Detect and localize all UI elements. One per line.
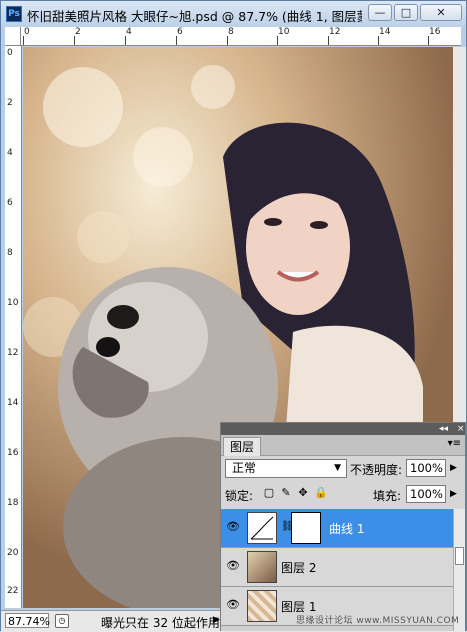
ruler-label: 18 (7, 498, 19, 508)
document-title: 怀旧甜美照片风格 大眼仔~旭.psd @ 87.7% (曲线 1, 图层蒙 (27, 9, 362, 24)
ruler-tick (378, 36, 379, 45)
photoshop-document-window: Ps 怀旧甜美照片风格 大眼仔~旭.psd @ 87.7% (曲线 1, 图层蒙… (0, 0, 467, 632)
ruler-tick (176, 36, 177, 45)
blend-mode-select[interactable]: 正常 ▼ (225, 459, 347, 478)
opacity-label: 不透明度: (350, 463, 403, 477)
minimize-button[interactable]: — (368, 4, 392, 21)
ruler-tick (428, 36, 429, 45)
panel-tabs: 图层 ▾≡ (221, 435, 465, 456)
watermark: 思缘设计论坛 www.MISSYUAN.COM (296, 616, 460, 626)
ruler-label: 10 (278, 27, 290, 37)
close-panel-icon[interactable]: × (457, 424, 465, 434)
tab-layers[interactable]: 图层 (223, 437, 262, 456)
ruler-label: 2 (75, 27, 81, 37)
ruler-tick (277, 36, 278, 45)
blend-mode-value: 正常 (232, 461, 257, 475)
layers-panel: ◂◂ × 图层 ▾≡ 正常 ▼ 不透明度: 100% ▶ 锁定: ▢ ✎ ✥ 🔒… (220, 422, 466, 631)
fill-input[interactable]: 100% (406, 485, 446, 503)
ruler-tick (227, 36, 228, 45)
eye-icon[interactable]: 👁 (225, 559, 241, 573)
ruler-label: 14 (379, 27, 391, 37)
title-bar[interactable]: Ps 怀旧甜美照片风格 大眼仔~旭.psd @ 87.7% (曲线 1, 图层蒙… (1, 1, 466, 27)
eye-icon[interactable]: 👁 (225, 520, 241, 534)
opacity-input[interactable]: 100% (406, 459, 446, 477)
layer-thumbnail (247, 590, 277, 622)
vertical-ruler[interactable]: 0 2 4 6 8 10 12 14 16 18 20 22 (5, 46, 22, 608)
ruler-label: 2 (7, 98, 13, 108)
ruler-label: 14 (7, 398, 19, 408)
ruler-label: 10 (7, 298, 19, 308)
ruler-label: 12 (7, 348, 19, 358)
zoom-field[interactable]: 87.74% (5, 613, 50, 628)
opacity-arrow-icon[interactable]: ▶ (450, 463, 457, 473)
curves-adjustment-icon (247, 512, 277, 544)
horizontal-ruler[interactable]: 0 2 4 6 8 10 12 14 16 (21, 27, 461, 46)
ruler-label: 6 (177, 27, 183, 37)
ruler-tick (23, 36, 24, 45)
ruler-tick (328, 36, 329, 45)
photoshop-app-icon: Ps (6, 6, 22, 22)
maximize-button[interactable]: □ (394, 4, 418, 21)
lock-all-icon[interactable]: 🔒 (314, 487, 328, 499)
ruler-label: 16 (7, 448, 19, 458)
panel-header[interactable]: ◂◂ × (221, 423, 465, 435)
collapse-icon[interactable]: ◂◂ (439, 424, 448, 434)
ruler-label: 8 (7, 248, 13, 258)
ruler-label: 4 (126, 27, 132, 37)
ruler-tick (125, 36, 126, 45)
lock-label: 锁定: (225, 489, 254, 503)
blend-row: 正常 ▼ 不透明度: 100% ▶ (221, 456, 465, 482)
layer-mask-thumbnail[interactable] (291, 512, 321, 544)
ruler-label: 8 (228, 27, 234, 37)
lock-transparency-icon[interactable]: ▢ (263, 487, 275, 499)
close-button[interactable]: ✕ (420, 4, 462, 21)
ruler-label: 16 (429, 27, 441, 37)
layer-thumbnail (247, 551, 277, 583)
lock-move-icon[interactable]: ✥ (297, 487, 309, 499)
ruler-origin[interactable] (5, 27, 21, 46)
ruler-label: 0 (7, 48, 13, 58)
panel-menu-icon[interactable]: ▾≡ (448, 438, 461, 449)
ruler-tick (74, 36, 75, 45)
layer-name: 图层 2 (281, 561, 317, 575)
ruler-label: 12 (329, 27, 341, 37)
status-arrow-icon[interactable]: ▶ (213, 615, 220, 625)
eye-icon[interactable]: 👁 (225, 598, 241, 612)
layer-name: 曲线 1 (329, 522, 365, 536)
ruler-label: 6 (7, 198, 13, 208)
lock-row: 锁定: ▢ ✎ ✥ 🔒 填充: 100% ▶ (221, 484, 465, 510)
info-icon[interactable]: ◷ (55, 614, 69, 628)
layer-row-curves[interactable]: 👁 ⛓ 曲线 1 (221, 509, 453, 548)
lock-paint-icon[interactable]: ✎ (280, 487, 292, 499)
layer-row-2[interactable]: 👁 图层 2 (221, 548, 453, 587)
chevron-down-icon: ▼ (334, 463, 341, 473)
ruler-label: 22 (7, 586, 19, 596)
fill-label: 填充: (373, 489, 402, 503)
scroll-thumb[interactable] (455, 547, 464, 565)
ruler-label: 20 (7, 548, 19, 558)
status-message: 曝光只在 32 位起作用 (101, 616, 220, 630)
fill-arrow-icon[interactable]: ▶ (450, 489, 457, 499)
ruler-label: 4 (7, 148, 13, 158)
ruler-label: 0 (24, 27, 30, 37)
